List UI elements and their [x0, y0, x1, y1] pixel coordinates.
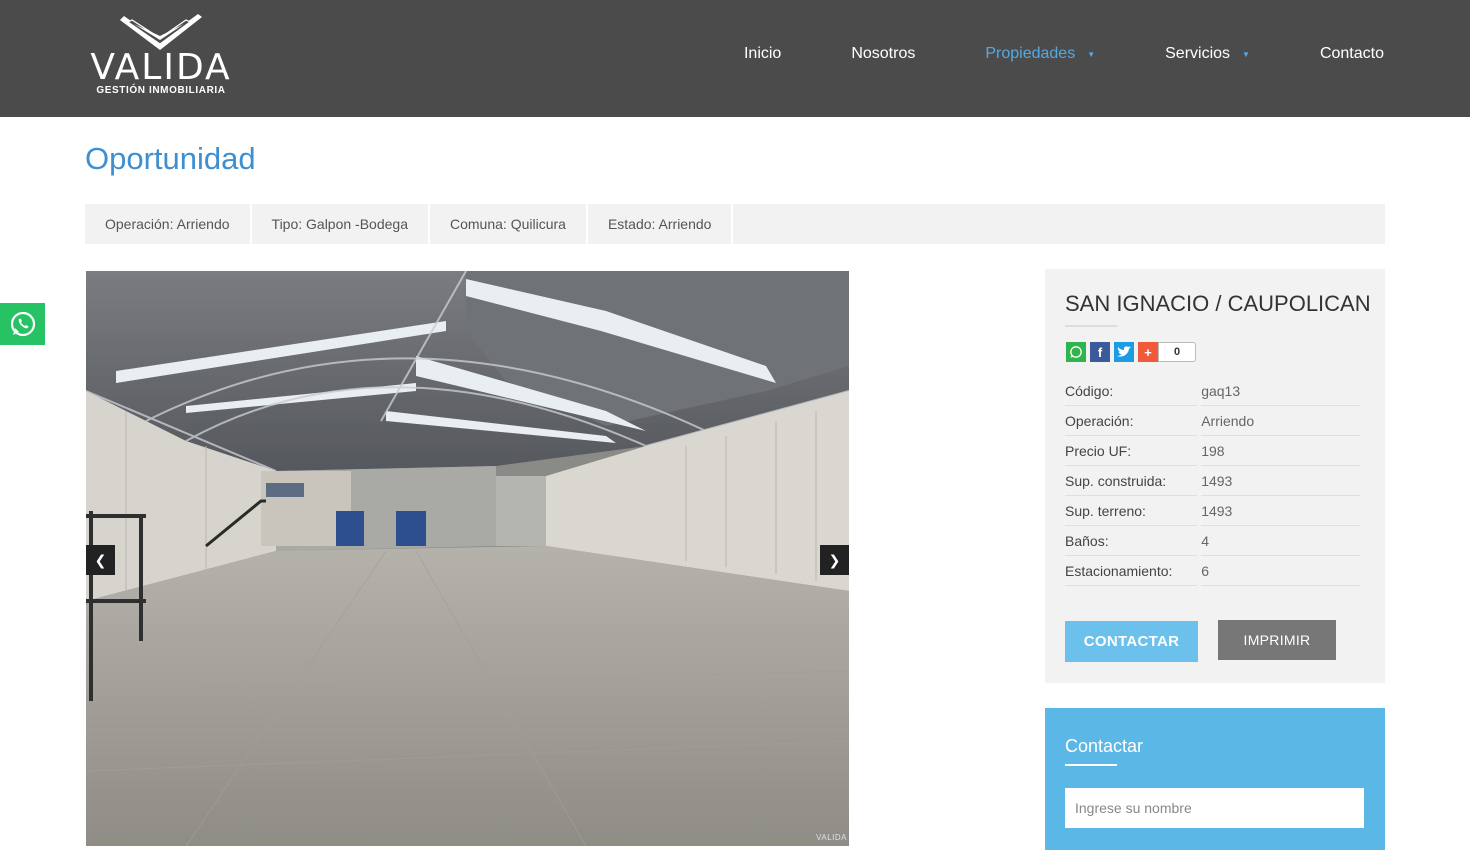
brand-tagline: GESTIÓN INMOBILIARIA — [96, 85, 226, 96]
nav-item-nosotros[interactable]: Nosotros — [851, 45, 915, 63]
nav-item-propiedades[interactable]: Propiedades ▼ — [985, 45, 1095, 63]
share-facebook-button[interactable]: f — [1090, 342, 1110, 362]
nav-label: Servicios — [1165, 45, 1231, 62]
twitter-icon — [1117, 346, 1131, 357]
nav-item-contacto[interactable]: Contacto — [1320, 45, 1384, 63]
chevron-right-icon: ❯ — [828, 552, 841, 568]
detail-value: 1493 — [1201, 466, 1360, 496]
detail-label: Sup. construida: — [1065, 466, 1198, 496]
detail-row-precio: Precio UF: 198 — [1065, 436, 1360, 466]
whatsapp-float-button[interactable] — [0, 303, 45, 345]
property-name: SAN IGNACIO / CAUPOLICAN — [1065, 291, 1371, 316]
print-button[interactable]: IMPRIMIR — [1218, 620, 1336, 660]
detail-row-banos: Baños: 4 — [1065, 526, 1360, 556]
nav-item-servicios[interactable]: Servicios ▼ — [1165, 45, 1250, 63]
detail-value: Arriendo — [1201, 406, 1360, 436]
gallery-prev-button[interactable]: ❮ — [86, 545, 115, 575]
site-header: VALIDA GESTIÓN INMOBILIARIA Inicio Nosot… — [0, 0, 1470, 117]
share-buttons: f + 0 — [1066, 342, 1196, 362]
whatsapp-icon — [10, 311, 35, 337]
detail-row-codigo: Código: gaq13 — [1065, 376, 1360, 406]
whatsapp-icon — [1070, 346, 1082, 358]
property-details-card: SAN IGNACIO / CAUPOLICAN f + 0 Código: g… — [1045, 269, 1385, 683]
photo-watermark: VALIDA — [816, 833, 847, 842]
detail-label: Operación: — [1065, 406, 1198, 436]
share-twitter-button[interactable] — [1114, 342, 1134, 362]
detail-value: 198 — [1201, 436, 1360, 466]
nav-label: Nosotros — [851, 45, 916, 62]
share-more-button[interactable]: + — [1138, 342, 1158, 362]
property-photo-gallery[interactable]: ❮ ❯ VALIDA — [86, 271, 849, 846]
contact-button[interactable]: CONTACTAR — [1065, 621, 1198, 662]
detail-label: Baños: — [1065, 526, 1198, 556]
detail-row-sup-terreno: Sup. terreno: 1493 — [1065, 496, 1360, 526]
warehouse-photo — [86, 271, 849, 846]
nav-label: Inicio — [743, 45, 782, 62]
brand-logo[interactable]: VALIDA GESTIÓN INMOBILIARIA — [86, 14, 236, 100]
info-operacion: Operación: Arriendo — [85, 204, 252, 244]
detail-label: Sup. terreno: — [1065, 496, 1198, 526]
detail-value: 4 — [1201, 526, 1360, 556]
gallery-next-button[interactable]: ❯ — [820, 545, 849, 575]
title-divider — [1065, 764, 1117, 766]
page-title: Oportunidad — [85, 141, 256, 176]
info-estado: Estado: Arriendo — [588, 204, 734, 244]
detail-row-estacionamiento: Estacionamiento: 6 — [1065, 556, 1360, 586]
plus-icon: + — [1144, 344, 1152, 360]
contact-form-title: Contactar — [1065, 736, 1144, 756]
detail-row-sup-construida: Sup. construida: 1493 — [1065, 466, 1360, 496]
info-tipo: Tipo: Galpon -Bodega — [252, 204, 430, 244]
detail-label: Estacionamiento: — [1065, 556, 1198, 586]
name-input[interactable] — [1065, 788, 1364, 828]
property-details-table: Código: gaq13 Operación: Arriendo Precio… — [1065, 376, 1360, 586]
caret-down-icon: ▼ — [1087, 49, 1096, 59]
nav-label: Propiedades — [985, 45, 1076, 62]
detail-label: Precio UF: — [1065, 436, 1198, 466]
detail-row-operacion: Operación: Arriendo — [1065, 406, 1360, 436]
main-nav: Inicio Nosotros Propiedades ▼ Servicios … — [674, 44, 1384, 64]
title-divider — [1065, 325, 1117, 327]
detail-label: Código: — [1065, 376, 1198, 406]
detail-value: 6 — [1201, 556, 1360, 586]
brand-name: VALIDA — [90, 47, 232, 88]
share-count: 0 — [1158, 342, 1196, 362]
caret-down-icon: ▼ — [1242, 49, 1250, 59]
facebook-icon: f — [1097, 344, 1103, 360]
info-comuna: Comuna: Quilicura — [430, 204, 588, 244]
contact-form-panel: Contactar — [1045, 708, 1385, 850]
detail-value: gaq13 — [1201, 376, 1360, 406]
logo-roof-mark — [120, 14, 202, 50]
detail-value: 1493 — [1201, 496, 1360, 526]
share-whatsapp-button[interactable] — [1066, 342, 1086, 362]
nav-item-inicio[interactable]: Inicio — [744, 45, 781, 63]
chevron-left-icon: ❮ — [94, 552, 107, 568]
property-info-bar: Operación: Arriendo Tipo: Galpon -Bodega… — [85, 204, 1385, 244]
nav-label: Contacto — [1319, 45, 1384, 62]
